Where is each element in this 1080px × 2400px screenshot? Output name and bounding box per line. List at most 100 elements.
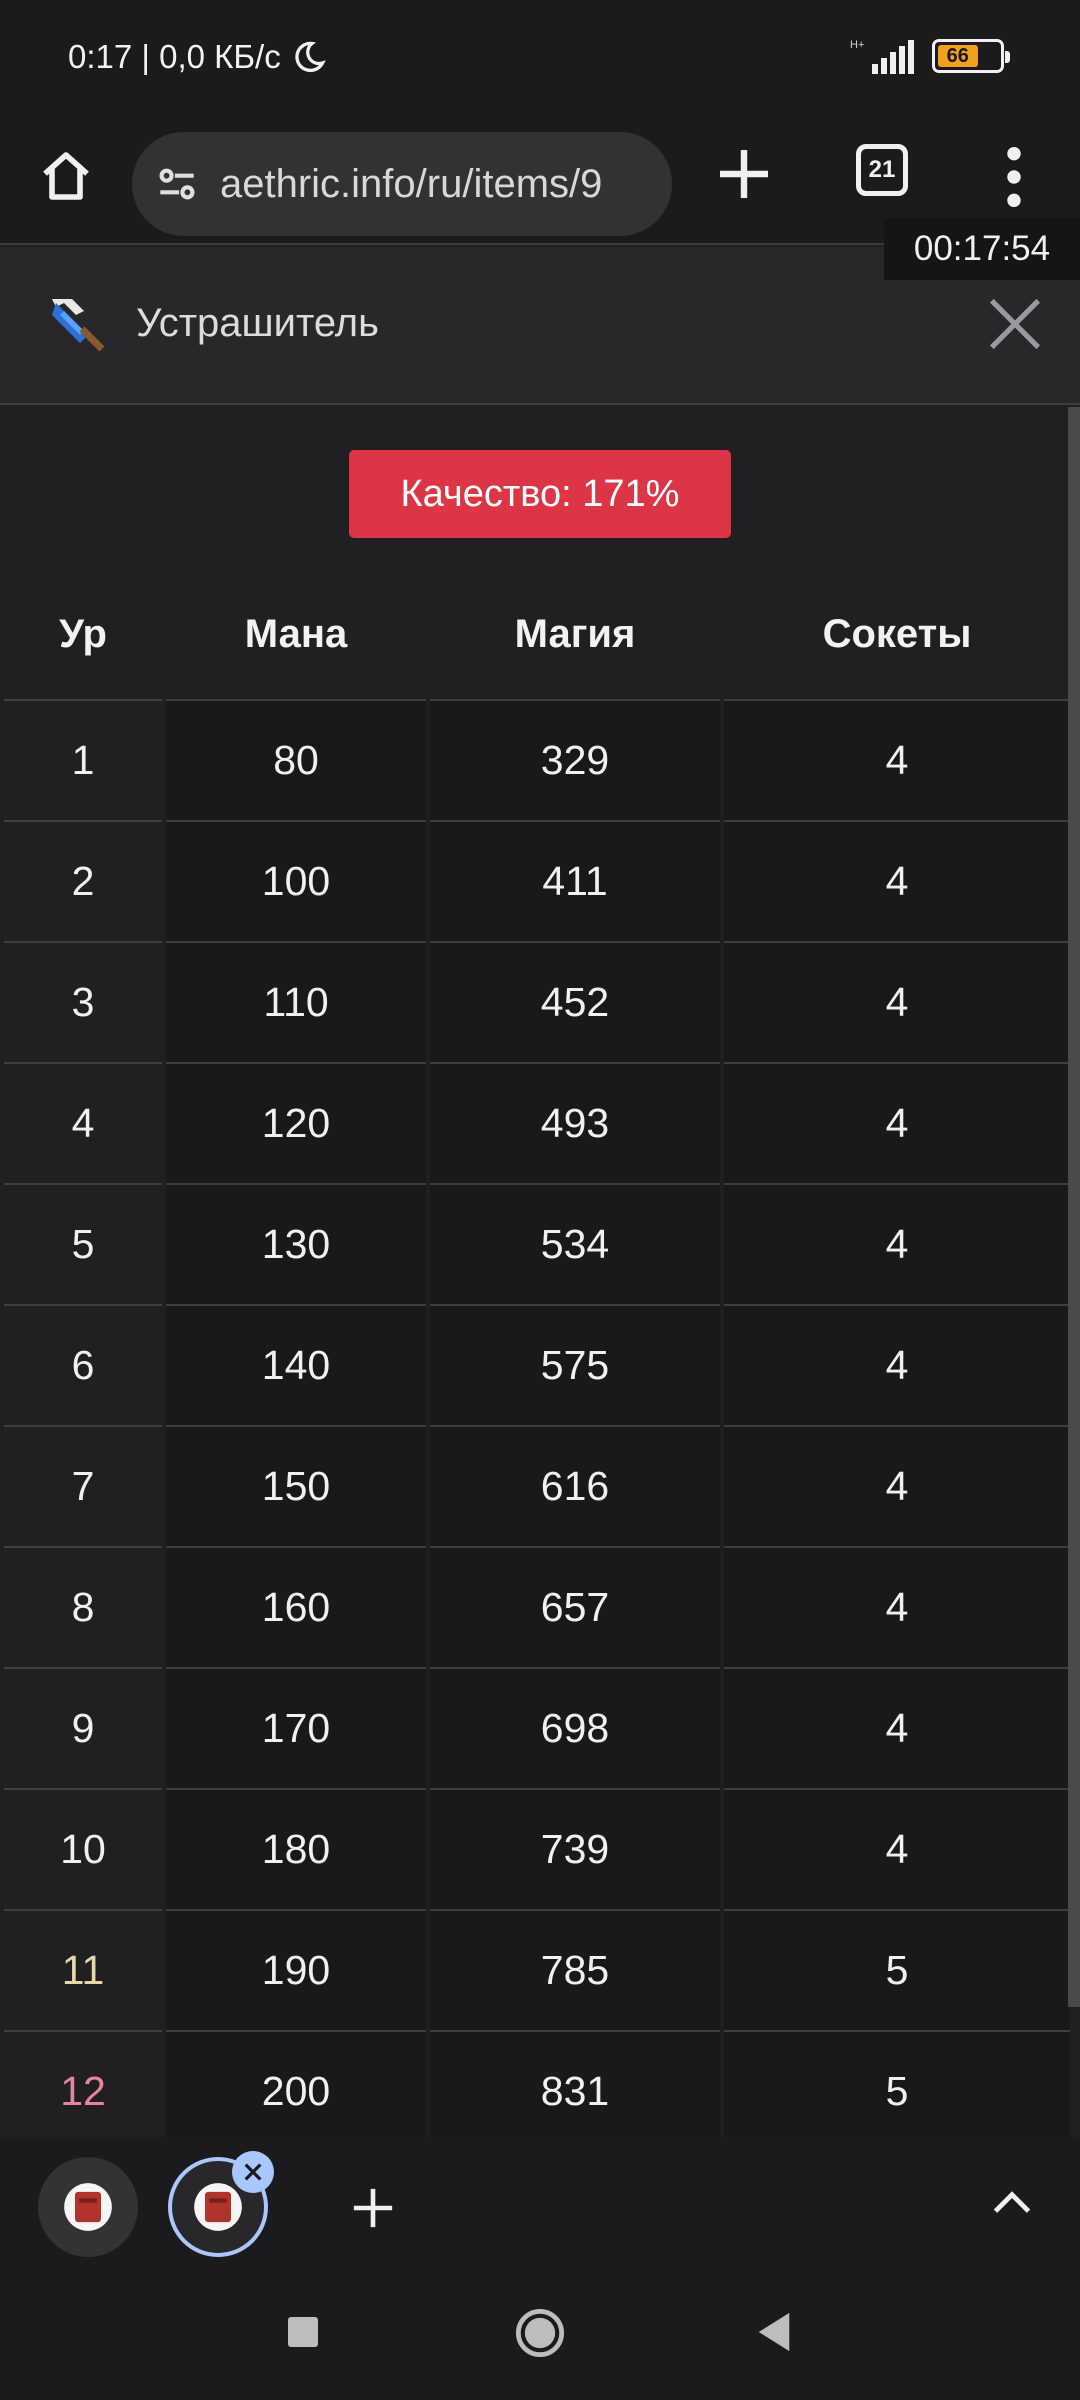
close-icon bbox=[244, 2163, 262, 2181]
status-time: 0:17 | 0,0 КБ/с bbox=[68, 38, 281, 75]
scrollbar[interactable] bbox=[1068, 407, 1080, 2007]
table-row: 7 150 616 4 bbox=[4, 1426, 1070, 1548]
pickaxe-icon bbox=[52, 299, 105, 352]
status-left: 0:17 | 0,0 КБ/с bbox=[68, 38, 327, 76]
tab-close-button[interactable] bbox=[232, 2151, 274, 2193]
cell-sockets: 4 bbox=[720, 821, 1070, 943]
cell-magic: 698 bbox=[426, 1668, 722, 1790]
cell-level: 5 bbox=[4, 1184, 164, 1306]
cell-mana: 170 bbox=[162, 1668, 428, 1790]
cell-magic: 493 bbox=[426, 1063, 722, 1185]
cell-sockets: 4 bbox=[720, 1305, 1070, 1427]
table-row: 11 190 785 5 bbox=[4, 1910, 1070, 2032]
table-row: 2 100 411 4 bbox=[4, 821, 1070, 943]
table-row: 12 200 831 5 bbox=[4, 2031, 1070, 2137]
battery-level: 66 bbox=[938, 45, 978, 67]
cell-magic: 534 bbox=[426, 1184, 722, 1306]
cell-mana: 150 bbox=[162, 1426, 428, 1548]
back-triangle-icon[interactable] bbox=[756, 2311, 792, 2353]
cell-sockets: 4 bbox=[720, 942, 1070, 1064]
header-level: Ур bbox=[4, 570, 164, 701]
table-row: 6 140 575 4 bbox=[4, 1305, 1070, 1427]
cell-level: 11 bbox=[4, 1910, 164, 2032]
header-magic: Магия bbox=[426, 570, 722, 701]
cell-magic: 785 bbox=[426, 1910, 722, 2032]
status-bar: 0:17 | 0,0 КБ/с H+ 66 bbox=[0, 0, 1080, 120]
cell-level: 3 bbox=[4, 942, 164, 1064]
cell-mana: 80 bbox=[162, 700, 428, 822]
cell-mana: 110 bbox=[162, 942, 428, 1064]
cell-level: 6 bbox=[4, 1305, 164, 1427]
close-icon[interactable] bbox=[984, 293, 1046, 355]
table-row: 10 180 739 4 bbox=[4, 1789, 1070, 1911]
url-bar[interactable]: aethric.info/ru/items/9 bbox=[132, 132, 672, 236]
add-tab-plus-icon[interactable] bbox=[350, 2185, 396, 2231]
more-vert-icon[interactable] bbox=[996, 142, 1032, 212]
cell-mana: 120 bbox=[162, 1063, 428, 1185]
home-icon bbox=[43, 152, 89, 200]
chevron-up-icon[interactable] bbox=[990, 2187, 1034, 2217]
table-row: 8 160 657 4 bbox=[4, 1547, 1070, 1669]
cell-magic: 411 bbox=[426, 821, 722, 943]
cell-mana: 190 bbox=[162, 1910, 428, 2032]
cell-magic: 657 bbox=[426, 1547, 722, 1669]
system-nav-bar bbox=[0, 2277, 1080, 2400]
item-content: Качество: 171% Ур Мана Магия Сокеты 1 80… bbox=[0, 407, 1080, 2137]
home-circle-icon[interactable] bbox=[514, 2307, 566, 2359]
tab-thumbnail[interactable] bbox=[38, 2157, 138, 2257]
cell-sockets: 5 bbox=[720, 1910, 1070, 2032]
cell-level: 1 bbox=[4, 700, 164, 822]
cell-mana: 130 bbox=[162, 1184, 428, 1306]
cell-level: 8 bbox=[4, 1547, 164, 1669]
book-icon bbox=[194, 2183, 242, 2231]
table-header-row: Ур Мана Магия Сокеты bbox=[4, 570, 1070, 701]
cell-level: 4 bbox=[4, 1063, 164, 1185]
table-row: 5 130 534 4 bbox=[4, 1184, 1070, 1306]
status-right: H+ 66 bbox=[848, 36, 1010, 76]
cell-sockets: 4 bbox=[720, 1184, 1070, 1306]
new-tab-plus-icon[interactable] bbox=[712, 142, 776, 206]
cell-level: 7 bbox=[4, 1426, 164, 1548]
tab-group-strip bbox=[0, 2137, 1080, 2277]
cell-level: 9 bbox=[4, 1668, 164, 1790]
site-settings-icon[interactable] bbox=[152, 159, 202, 209]
do-not-disturb-moon-icon bbox=[295, 41, 326, 73]
cell-sockets: 4 bbox=[720, 700, 1070, 822]
cell-sockets: 4 bbox=[720, 1547, 1070, 1669]
cell-magic: 616 bbox=[426, 1426, 722, 1548]
cell-magic: 831 bbox=[426, 2031, 722, 2137]
item-title: Устрашитель bbox=[136, 301, 379, 345]
url-text[interactable]: aethric.info/ru/items/9 bbox=[220, 162, 602, 207]
cell-level: 12 bbox=[4, 2031, 164, 2137]
cell-mana: 180 bbox=[162, 1789, 428, 1911]
network-type-label: H+ bbox=[850, 39, 864, 51]
cell-sockets: 4 bbox=[720, 1426, 1070, 1548]
clock-overlay: 00:17:54 bbox=[884, 218, 1080, 280]
recents-button[interactable] bbox=[288, 2317, 318, 2347]
cell-sockets: 4 bbox=[720, 1668, 1070, 1790]
cell-mana: 160 bbox=[162, 1547, 428, 1669]
table-row: 4 120 493 4 bbox=[4, 1063, 1070, 1185]
cell-mana: 140 bbox=[162, 1305, 428, 1427]
cell-sockets: 4 bbox=[720, 1063, 1070, 1185]
home-button[interactable] bbox=[32, 142, 100, 210]
table-row: 9 170 698 4 bbox=[4, 1668, 1070, 1790]
cell-sockets: 5 bbox=[720, 2031, 1070, 2137]
book-icon bbox=[64, 2183, 112, 2231]
table-row: 3 110 452 4 bbox=[4, 942, 1070, 1064]
cell-sockets: 4 bbox=[720, 1789, 1070, 1911]
cell-magic: 575 bbox=[426, 1305, 722, 1427]
cell-level: 2 bbox=[4, 821, 164, 943]
cell-magic: 452 bbox=[426, 942, 722, 1064]
cell-magic: 739 bbox=[426, 1789, 722, 1911]
header-sockets: Сокеты bbox=[720, 570, 1070, 701]
cell-level: 10 bbox=[4, 1789, 164, 1911]
cell-mana: 100 bbox=[162, 821, 428, 943]
tab-switcher-button[interactable]: 21 bbox=[856, 144, 908, 196]
table-row: 1 80 329 4 bbox=[4, 700, 1070, 822]
header-mana: Мана bbox=[162, 570, 428, 701]
cell-mana: 200 bbox=[162, 2031, 428, 2137]
item-stats-table: Ур Мана Магия Сокеты 1 80 329 4 2 100 41… bbox=[4, 570, 1070, 2137]
signal-strength-icon: H+ bbox=[850, 39, 914, 74]
quality-badge: Качество: 171% bbox=[349, 450, 731, 538]
